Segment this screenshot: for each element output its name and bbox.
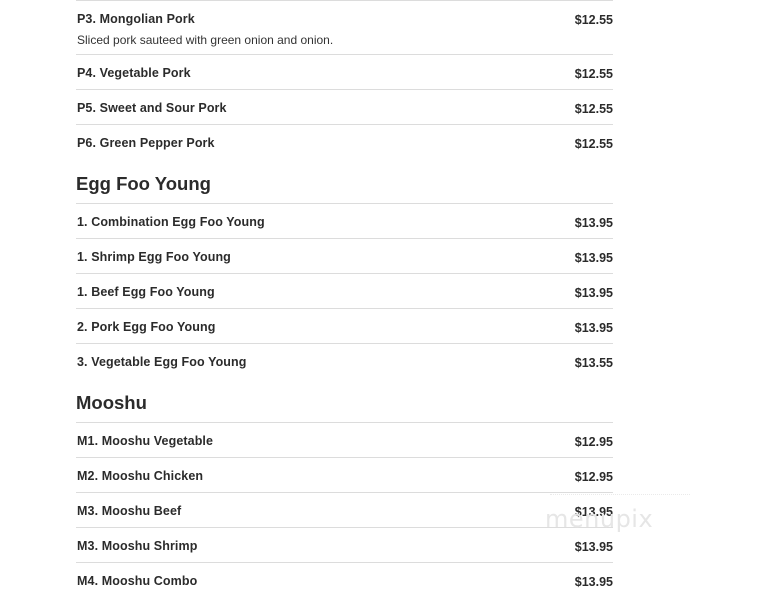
menu-item: 3. Vegetable Egg Foo Young $13.55 xyxy=(76,343,613,378)
item-name: M3. Mooshu Beef xyxy=(77,504,182,518)
item-name: 1. Beef Egg Foo Young xyxy=(77,285,215,299)
item-price: $13.95 xyxy=(574,540,613,554)
menu-item: P4. Vegetable Pork $12.55 xyxy=(76,54,613,89)
item-name: 1. Shrimp Egg Foo Young xyxy=(77,250,231,264)
item-name: 2. Pork Egg Foo Young xyxy=(77,320,216,334)
menu-item: 1. Beef Egg Foo Young $13.95 xyxy=(76,273,613,308)
item-description: Sliced pork sauteed with green onion and… xyxy=(77,33,334,47)
menu-item: M4. Mooshu Combo $13.95 xyxy=(76,562,613,597)
item-name: M3. Mooshu Shrimp xyxy=(77,539,198,553)
menu-item: P5. Sweet and Sour Pork $12.55 xyxy=(76,89,613,124)
menu-item: 1. Combination Egg Foo Young $13.95 xyxy=(76,203,613,238)
item-price: $13.95 xyxy=(574,286,613,300)
menu-item: 2. Pork Egg Foo Young $13.95 xyxy=(76,308,613,343)
menu-item: P6. Green Pepper Pork $12.55 xyxy=(76,124,613,159)
section-header-mooshu: Mooshu xyxy=(76,378,613,422)
item-name: M4. Mooshu Combo xyxy=(77,574,198,588)
item-name: M2. Mooshu Chicken xyxy=(77,469,204,483)
menu-item: 1. Shrimp Egg Foo Young $13.95 xyxy=(76,238,613,273)
section-title: Mooshu xyxy=(76,392,147,413)
item-name: M1. Mooshu Vegetable xyxy=(77,434,214,448)
item-name: 1. Combination Egg Foo Young xyxy=(77,215,265,229)
item-price: $13.55 xyxy=(574,356,613,370)
item-price: $13.95 xyxy=(574,251,613,265)
item-price: $12.95 xyxy=(574,435,613,449)
item-price: $13.95 xyxy=(574,321,613,335)
item-price: $12.95 xyxy=(574,470,613,484)
item-price: $12.55 xyxy=(574,102,613,116)
item-name: 3. Vegetable Egg Foo Young xyxy=(77,355,247,369)
menu-item: M1. Mooshu Vegetable $12.95 xyxy=(76,422,613,457)
menu-item: M2. Mooshu Chicken $12.95 xyxy=(76,457,613,492)
item-price: $13.95 xyxy=(574,216,613,230)
menu-list: P3. Mongolian Pork Sliced pork sauteed w… xyxy=(76,0,613,597)
item-name: P4. Vegetable Pork xyxy=(77,66,191,80)
item-name: P5. Sweet and Sour Pork xyxy=(77,101,227,115)
menu-item: M3. Mooshu Beef $13.95 xyxy=(76,492,613,527)
item-price: $13.95 xyxy=(574,575,613,589)
menu-item: M3. Mooshu Shrimp $13.95 xyxy=(76,527,613,562)
item-price: $12.55 xyxy=(574,67,613,81)
item-price: $12.55 xyxy=(574,13,613,27)
watermark-divider xyxy=(550,494,690,496)
item-price: $12.55 xyxy=(574,137,613,151)
menu-item: P3. Mongolian Pork Sliced pork sauteed w… xyxy=(76,0,613,54)
item-name: P6. Green Pepper Pork xyxy=(77,136,215,150)
item-name: P3. Mongolian Pork xyxy=(77,12,195,26)
watermark-logo: menupix xyxy=(545,505,654,533)
section-title: Egg Foo Young xyxy=(76,173,211,194)
section-header-egg-foo-young: Egg Foo Young xyxy=(76,159,613,203)
